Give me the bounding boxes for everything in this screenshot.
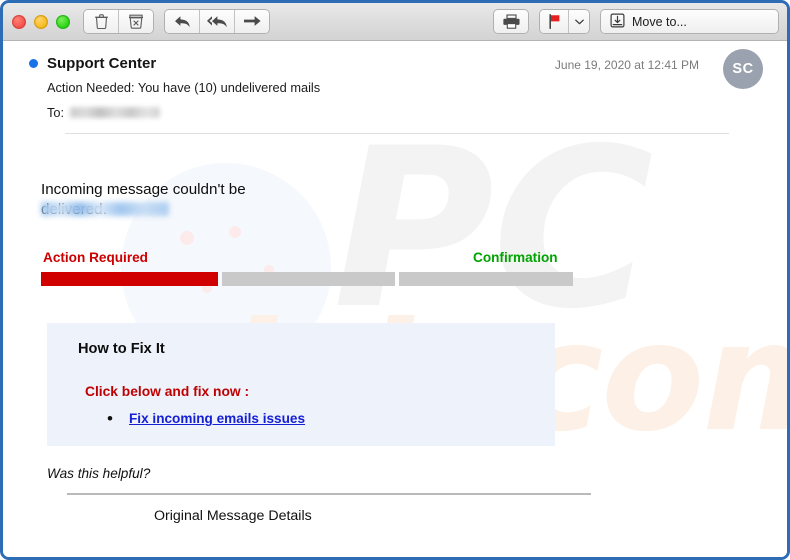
click-below-subtitle: Click below and fix now :	[85, 384, 250, 400]
progress-labels: Action Required Confirmation	[41, 250, 573, 267]
was-this-helpful-text: Was this helpful?	[47, 466, 151, 482]
trash-icon	[94, 14, 108, 29]
how-to-fix-title: How to Fix It	[78, 341, 165, 358]
flag-button[interactable]	[540, 10, 569, 33]
progress-label-action-required: Action Required	[43, 250, 148, 266]
reply-button[interactable]	[165, 10, 200, 33]
progress-bars	[41, 272, 573, 287]
print-button[interactable]	[494, 10, 528, 33]
delete-button[interactable]	[84, 10, 119, 33]
flag-group	[540, 10, 589, 33]
reply-arrow-icon	[174, 15, 191, 29]
progress-label-confirmation: Confirmation	[473, 250, 558, 266]
reply-forward-group	[165, 10, 269, 33]
message-header: Support Center Action Needed: You have (…	[3, 41, 787, 134]
forward-button[interactable]	[235, 10, 269, 33]
move-to-button[interactable]: Move to...	[601, 10, 778, 33]
archive-box-icon	[610, 13, 625, 31]
reply-all-arrows-icon	[207, 15, 227, 29]
original-message-details: Original Message Details	[154, 508, 312, 525]
message-body: Incoming message couldn't be delivered. …	[3, 180, 787, 524]
traffic-lights	[12, 14, 70, 29]
chevron-down-icon	[574, 19, 584, 25]
junk-trash-icon	[129, 14, 143, 29]
forward-arrow-icon	[243, 15, 261, 28]
print-group	[494, 10, 528, 33]
progress-step-2	[221, 272, 396, 287]
close-window-button[interactable]	[12, 14, 26, 29]
window-toolbar: Move to...	[3, 3, 787, 41]
flag-icon	[548, 14, 561, 29]
unread-indicator-icon[interactable]	[29, 59, 38, 68]
minimize-window-button[interactable]	[34, 14, 48, 29]
junk-button[interactable]	[119, 10, 153, 33]
message-pane: PC risk.com Support Center Action Needed…	[3, 41, 787, 557]
sender-domain-redacted	[41, 202, 169, 216]
flag-dropdown-button[interactable]	[569, 10, 589, 33]
progress-step-3	[399, 272, 573, 287]
message-date: June 19, 2020 at 12:41 PM	[554, 58, 699, 72]
how-to-fix-box: How to Fix It Click below and fix now : …	[47, 323, 555, 447]
recipient-row: To:	[47, 105, 765, 120]
header-divider	[65, 133, 729, 134]
message-subject: Action Needed: You have (10) undelivered…	[47, 80, 321, 95]
fix-link-list: Fix incoming emails issues	[47, 409, 555, 429]
footer-divider	[67, 493, 591, 496]
avatar: SC	[723, 49, 763, 89]
progress-section: Action Required Confirmation	[41, 250, 573, 287]
delete-junk-group	[84, 10, 153, 33]
message-content: Support Center Action Needed: You have (…	[3, 41, 787, 524]
progress-step-1	[41, 272, 218, 287]
mail-window: Move to... PC risk.com Support Center Ac…	[0, 0, 790, 560]
list-item: Fix incoming emails issues	[107, 409, 555, 429]
zoom-window-button[interactable]	[56, 14, 70, 29]
to-label: To:	[47, 105, 65, 120]
reply-all-button[interactable]	[200, 10, 235, 33]
recipient-address-redacted	[70, 107, 161, 118]
sender-name: Support Center	[47, 55, 157, 72]
printer-icon	[502, 14, 520, 29]
fix-incoming-emails-link[interactable]: Fix incoming emails issues	[129, 411, 305, 426]
move-to-label: Move to...	[632, 14, 687, 29]
